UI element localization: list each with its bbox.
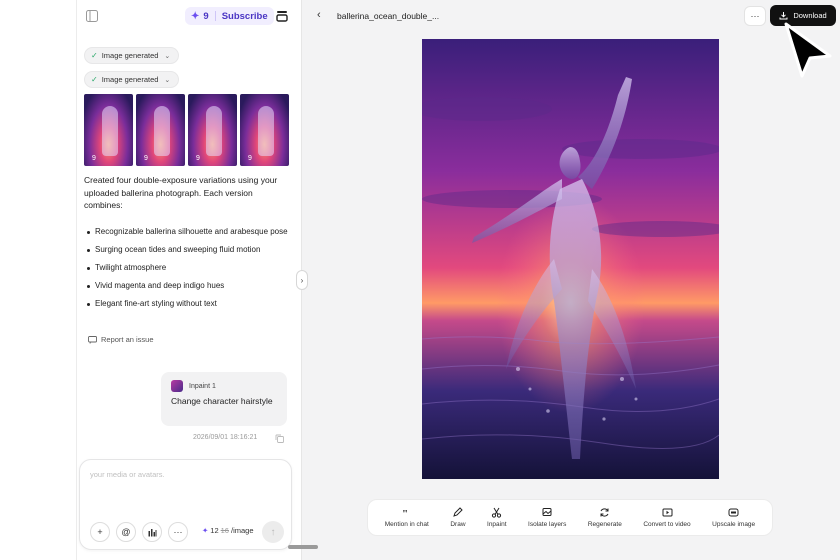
download-label: Download xyxy=(793,11,827,20)
add-attachment-button[interactable]: + xyxy=(90,522,110,542)
sidebar-toggle-icon[interactable] xyxy=(85,9,99,23)
tool-label: Draw xyxy=(450,521,466,528)
upscale-icon xyxy=(728,508,739,517)
user-message-bubble: Inpaint 1 Change character hairstyle xyxy=(161,372,287,426)
mention-in-chat-tool[interactable]: " Mention in chat xyxy=(385,507,429,528)
price-old: 16 xyxy=(220,526,229,535)
tool-label: Convert to video xyxy=(643,521,691,528)
arrow-up-icon: ↑ xyxy=(270,526,276,538)
price-new: 12 xyxy=(210,526,219,535)
video-icon xyxy=(662,508,672,517)
image-generated-chip-1[interactable]: ✓ Image generated ⌄ xyxy=(84,47,180,64)
tool-label: Isolate layers xyxy=(528,521,567,528)
chevron-left-icon: ‹ xyxy=(317,9,321,21)
thumbnail-badge: 9 xyxy=(196,155,200,162)
list-item: Twilight atmosphere xyxy=(84,262,290,275)
thumbnail-3[interactable]: 9 xyxy=(188,94,237,166)
prompt-input[interactable] xyxy=(90,470,280,479)
convert-to-video-tool[interactable]: Convert to video xyxy=(643,507,691,528)
mouse-cursor-icon xyxy=(784,22,832,78)
left-margin xyxy=(0,0,76,560)
ellipsis-icon: ··· xyxy=(173,527,183,537)
send-button[interactable]: ↑ xyxy=(262,521,284,543)
reference-thumbnail xyxy=(171,380,183,392)
pen-icon xyxy=(453,507,464,517)
ballerina-silhouette xyxy=(258,106,274,156)
chevron-right-icon: › xyxy=(300,275,304,285)
message-timestamp: 2026/09/01 18:16:21 xyxy=(193,434,258,441)
assistant-message: Created four double-exposure variations … xyxy=(84,175,278,210)
tool-label: Inpaint xyxy=(487,521,507,528)
ballerina-silhouette xyxy=(206,106,222,156)
thumbnail-1[interactable]: 9 xyxy=(84,94,133,166)
at-sign-icon: @ xyxy=(121,527,131,537)
download-icon xyxy=(779,12,788,20)
svg-text:": " xyxy=(402,508,408,518)
feature-list: Recognizable ballerina silhouette and ar… xyxy=(84,226,290,316)
refresh-icon xyxy=(600,508,609,517)
panel-collapse-handle[interactable]: › xyxy=(296,270,308,290)
layers-icon xyxy=(542,508,552,516)
list-item: Elegant fine-art styling without text xyxy=(84,298,290,311)
more-actions-button[interactable]: ··· xyxy=(744,6,766,26)
price-indicator: ✦ 12 16 /image xyxy=(202,526,254,535)
bar-chart-icon xyxy=(148,528,156,536)
subscribe-button[interactable]: Subscribe xyxy=(222,11,268,22)
file-title: ballerina_ocean_double_... xyxy=(337,11,440,21)
model-settings-button[interactable] xyxy=(142,522,162,542)
pill-divider xyxy=(214,11,216,21)
mention-button[interactable]: @ xyxy=(116,522,136,542)
back-button[interactable]: ‹ xyxy=(317,9,321,21)
resize-handle[interactable] xyxy=(288,545,318,549)
quote-icon: " xyxy=(402,508,408,518)
report-label: Report an issue xyxy=(101,335,154,344)
inpaint-tag: Inpaint 1 xyxy=(189,382,216,390)
tool-label: Upscale image xyxy=(712,521,756,528)
tool-label: Regenerate xyxy=(587,521,622,528)
copy-icon[interactable] xyxy=(275,434,284,443)
flag-message-icon xyxy=(88,335,97,344)
chip-label: Image generated xyxy=(101,75,159,84)
chevron-down-icon: ⌄ xyxy=(164,52,171,60)
list-item: Vivid magenta and deep indigo hues xyxy=(84,280,290,293)
draw-tool[interactable]: Draw xyxy=(450,507,466,528)
report-issue-link[interactable]: Report an issue xyxy=(88,335,154,344)
inpaint-tool[interactable]: Inpaint xyxy=(487,507,507,528)
credits-count: 9 xyxy=(203,10,209,22)
chat-composer: + @ ··· ✦ 12 16 /image ↑ xyxy=(79,459,292,550)
history-menu-icon[interactable] xyxy=(275,9,289,23)
sparkle-icon: ✦ xyxy=(202,526,209,535)
ballerina-silhouette xyxy=(154,106,170,156)
image-generated-chip-2[interactable]: ✓ Image generated ⌄ xyxy=(84,71,180,88)
generated-image[interactable] xyxy=(422,39,719,479)
thumbnail-badge: 9 xyxy=(248,155,252,162)
regenerate-tool[interactable]: Regenerate xyxy=(588,507,622,528)
plus-icon: + xyxy=(97,527,103,537)
upscale-image-tool[interactable]: Upscale image xyxy=(712,507,755,528)
tool-label: Mention in chat xyxy=(384,521,429,528)
thumbnail-strip: 9 9 9 9 xyxy=(84,94,289,166)
thumbnail-2[interactable]: 9 xyxy=(136,94,185,166)
list-item: Surging ocean tides and sweeping fluid m… xyxy=(84,244,290,257)
user-message-text: Change character hairstyle xyxy=(171,396,273,406)
ellipsis-icon: ··· xyxy=(750,11,760,21)
isolate-layers-tool[interactable]: Isolate layers xyxy=(528,507,566,528)
credits-subscribe-pill[interactable]: ✦ 9 Subscribe xyxy=(185,7,274,25)
image-tools-toolbar: " Mention in chat Draw Inpaint Isolate l… xyxy=(367,499,773,536)
ballerina-silhouette xyxy=(102,106,118,156)
chevron-down-icon: ⌄ xyxy=(164,76,171,84)
more-options-button[interactable]: ··· xyxy=(168,522,188,542)
list-item: Recognizable ballerina silhouette and ar… xyxy=(84,226,290,239)
chip-label: Image generated xyxy=(101,51,159,60)
sparkle-icon: ✦ xyxy=(191,10,200,22)
chat-panel: ✦ 9 Subscribe ✓ Image generated ⌄ ✓ Imag… xyxy=(76,0,302,560)
thumbnail-badge: 9 xyxy=(144,155,148,162)
thumbnail-badge: 9 xyxy=(92,155,96,162)
check-icon: ✓ xyxy=(91,75,98,84)
scissors-icon xyxy=(492,507,502,518)
thumbnail-4[interactable]: 9 xyxy=(240,94,289,166)
check-icon: ✓ xyxy=(91,51,98,60)
price-unit: /image xyxy=(230,526,254,535)
